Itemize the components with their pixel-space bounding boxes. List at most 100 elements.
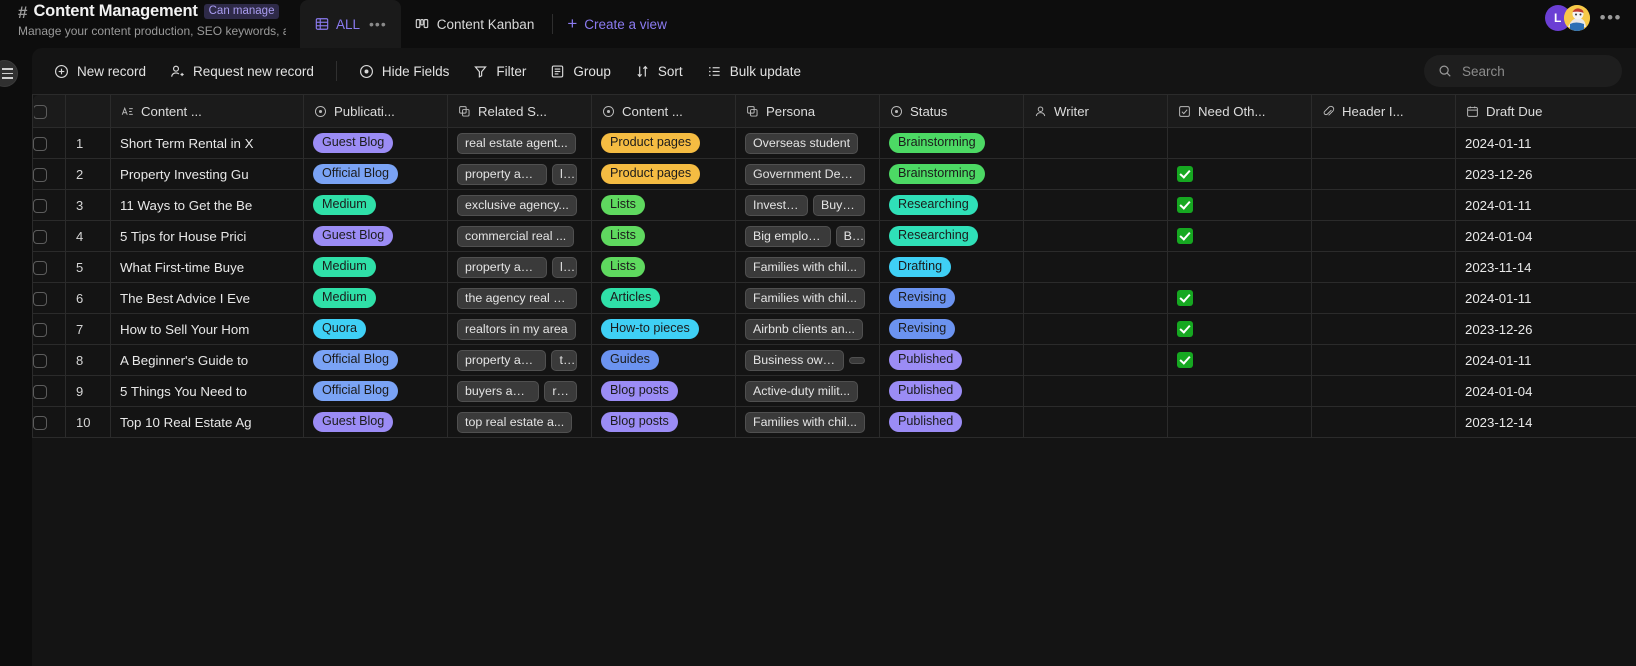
cell-publication[interactable]: Medium (303, 282, 448, 314)
cell-persona[interactable]: Families with chil... (735, 251, 880, 283)
cell-related-seo[interactable]: property agent lo (447, 158, 592, 190)
row-select-cell[interactable] (32, 158, 66, 190)
cell-status[interactable]: Revising (879, 313, 1024, 345)
checked-icon[interactable] (1177, 197, 1193, 214)
avatar[interactable] (1563, 5, 1590, 31)
row-select-cell[interactable] (32, 406, 66, 438)
cell-publication[interactable]: Guest Blog (303, 406, 448, 438)
cell-persona[interactable]: Government Dep... (735, 158, 880, 190)
tag-chip[interactable]: property agent (457, 163, 548, 185)
more-menu-icon[interactable]: ••• (1600, 8, 1622, 28)
cell-header-image[interactable] (1311, 251, 1456, 283)
cell-content-title[interactable]: Top 10 Real Estate Ag (110, 406, 304, 438)
avatar-group[interactable]: L (1544, 5, 1590, 31)
tag-chip[interactable]: lo (552, 163, 577, 185)
tab-all[interactable]: ALL ••• (300, 0, 401, 48)
column-header-related-seo[interactable]: Related S... (447, 94, 592, 128)
column-header-publication[interactable]: Publicati... (303, 94, 448, 128)
row-select-cell[interactable] (32, 375, 66, 407)
tag-chip[interactable]: property agent (457, 256, 548, 278)
new-record-button[interactable]: New record (42, 58, 158, 85)
tab-content-kanban[interactable]: Content Kanban (401, 0, 549, 48)
cell-content-title[interactable]: A Beginner's Guide to (110, 344, 304, 376)
table-row[interactable]: 3 11 Ways to Get the Be Medium exclusive… (32, 189, 1636, 221)
cell-header-image[interactable] (1311, 189, 1456, 221)
cell-publication[interactable]: Guest Blog (303, 220, 448, 252)
cell-header-image[interactable] (1311, 220, 1456, 252)
table-row[interactable]: 2 Property Investing Gu Official Blog pr… (32, 158, 1636, 190)
cell-content-type[interactable]: How-to pieces (591, 313, 736, 345)
row-checkbox[interactable] (33, 136, 47, 151)
cell-content-type[interactable]: Articles (591, 282, 736, 314)
cell-content-title[interactable]: 5 Things You Need to (110, 375, 304, 407)
cell-need-other[interactable] (1167, 127, 1312, 159)
cell-publication[interactable]: Official Blog (303, 344, 448, 376)
cell-draft-due[interactable]: 2023-12-26 (1455, 313, 1636, 345)
checked-icon[interactable] (1177, 321, 1193, 338)
cell-related-seo[interactable]: exclusive agency... (447, 189, 592, 221)
cell-need-other[interactable] (1167, 158, 1312, 190)
cell-persona[interactable]: Families with chil... (735, 282, 880, 314)
cell-content-title[interactable]: How to Sell Your Hom (110, 313, 304, 345)
table-row[interactable]: 7 How to Sell Your Hom Quora realtors in… (32, 313, 1636, 345)
tag-chip[interactable]: Families with chil... (745, 411, 865, 433)
cell-related-seo[interactable]: realtors in my area (447, 313, 592, 345)
cell-need-other[interactable] (1167, 282, 1312, 314)
row-select-cell[interactable] (32, 220, 66, 252)
cell-content-type[interactable]: Guides (591, 344, 736, 376)
cell-content-title[interactable]: What First-time Buye (110, 251, 304, 283)
tag-chip[interactable]: lo (552, 256, 577, 278)
cell-publication[interactable]: Official Blog (303, 375, 448, 407)
cell-content-type[interactable]: Product pages (591, 158, 736, 190)
cell-writer[interactable] (1023, 375, 1168, 407)
tag-chip[interactable]: Families with chil... (745, 287, 865, 309)
tag-chip[interactable]: Investors (745, 194, 808, 216)
cell-content-type[interactable]: Blog posts (591, 375, 736, 407)
cell-content-title[interactable]: 11 Ways to Get the Be (110, 189, 304, 221)
cell-persona[interactable]: Active-duty milit... (735, 375, 880, 407)
cell-draft-due[interactable]: 2024-01-11 (1455, 189, 1636, 221)
hide-fields-button[interactable]: Hide Fields (347, 58, 462, 85)
cell-header-image[interactable] (1311, 406, 1456, 438)
row-select-cell[interactable] (32, 313, 66, 345)
row-select-cell[interactable] (32, 127, 66, 159)
checked-icon[interactable] (1177, 290, 1193, 307)
cell-related-seo[interactable]: top real estate a... (447, 406, 592, 438)
tag-chip[interactable]: Bu (835, 225, 865, 247)
tag-chip[interactable]: to (551, 349, 577, 371)
cell-content-title[interactable]: Property Investing Gu (110, 158, 304, 190)
checked-icon[interactable] (1177, 166, 1193, 183)
row-select-cell[interactable] (32, 282, 66, 314)
cell-persona[interactable]: Investors Buyers (735, 189, 880, 221)
cell-related-seo[interactable]: buyers agent rea (447, 375, 592, 407)
cell-status[interactable]: Researching (879, 220, 1024, 252)
search-box[interactable] (1424, 55, 1622, 87)
cell-content-type[interactable]: Lists (591, 251, 736, 283)
checked-icon[interactable] (1177, 228, 1193, 245)
cell-publication[interactable]: Quora (303, 313, 448, 345)
cell-draft-due[interactable]: 2024-01-11 (1455, 127, 1636, 159)
tag-chip[interactable]: Buyers (812, 194, 865, 216)
tag-chip[interactable]: top real estate a... (457, 411, 573, 433)
tag-chip[interactable]: commercial real ... (457, 225, 575, 247)
column-header-content-type[interactable]: Content ... (591, 94, 736, 128)
table-row[interactable]: 10 Top 10 Real Estate Ag Guest Blog top … (32, 406, 1636, 438)
sort-button[interactable]: Sort (623, 58, 695, 85)
cell-status[interactable]: Published (879, 344, 1024, 376)
cell-writer[interactable] (1023, 282, 1168, 314)
table-row[interactable]: 9 5 Things You Need to Official Blog buy… (32, 375, 1636, 407)
row-select-cell[interactable] (32, 251, 66, 283)
tag-chip[interactable]: Government Dep... (745, 163, 865, 185)
cell-content-title[interactable]: The Best Advice I Eve (110, 282, 304, 314)
cell-draft-due[interactable]: 2023-11-14 (1455, 251, 1636, 283)
table-row[interactable]: 6 The Best Advice I Eve Medium the agenc… (32, 282, 1636, 314)
select-all-checkbox[interactable] (33, 104, 47, 119)
tag-chip[interactable]: exclusive agency... (457, 194, 577, 216)
row-checkbox[interactable] (33, 198, 47, 213)
cell-status[interactable]: Researching (879, 189, 1024, 221)
row-checkbox[interactable] (33, 353, 47, 368)
row-checkbox[interactable] (33, 260, 47, 275)
tag-chip[interactable]: Overseas student (745, 132, 859, 154)
cell-writer[interactable] (1023, 251, 1168, 283)
cell-writer[interactable] (1023, 313, 1168, 345)
